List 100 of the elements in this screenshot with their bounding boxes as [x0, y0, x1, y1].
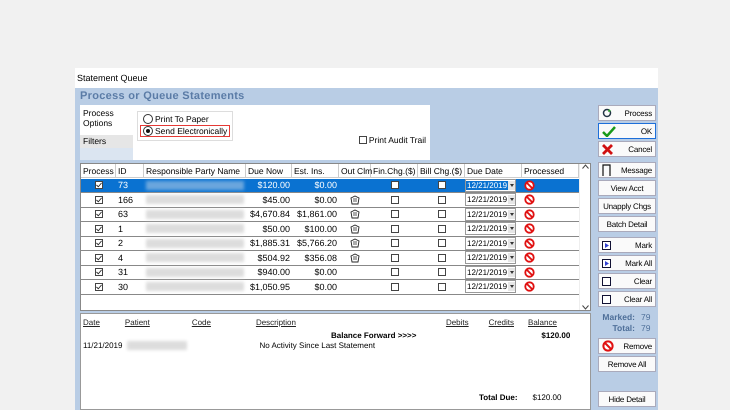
table-cell-text: $0.00 [313, 194, 338, 206]
checkbox[interactable] [94, 268, 102, 276]
column-header[interactable]: Processed [522, 164, 579, 178]
checkbox[interactable] [438, 181, 446, 190]
table-cell-text: $504.92 [256, 252, 291, 264]
checkbox[interactable] [390, 282, 398, 291]
remove-button[interactable]: Remove [598, 338, 656, 354]
table-row[interactable]: 63 $4,670.84 $1,861.00 12/21/2019 [81, 208, 579, 222]
checkbox[interactable] [438, 224, 446, 233]
checkbox[interactable] [438, 268, 446, 276]
no-entry-icon [524, 223, 535, 234]
checkbox[interactable] [390, 239, 398, 248]
table-cell-text: 166 [117, 194, 134, 206]
checkbox[interactable] [390, 210, 398, 218]
date-text: 11/21/2019 [83, 341, 122, 350]
checkbox[interactable] [390, 268, 398, 276]
action-button[interactable]: Batch Detail [598, 216, 656, 232]
column-header[interactable]: Responsible Party Name [144, 164, 246, 178]
date-dropdown[interactable]: 12/21/2019 [465, 251, 516, 264]
checkbox[interactable] [438, 254, 446, 262]
column-header[interactable]: Due Now [246, 164, 292, 178]
date-dropdown[interactable]: 12/21/2019 [465, 193, 516, 206]
ok-button[interactable]: OK [598, 123, 656, 139]
detail-header: Code [192, 318, 211, 327]
dropdown-button[interactable] [508, 238, 516, 248]
checkbox[interactable] [438, 210, 446, 218]
no-entry-icon [602, 340, 614, 352]
column-header[interactable]: Est. Ins. [292, 164, 339, 178]
table-cell-text: $4,670.84 [248, 208, 291, 221]
mark-button[interactable]: Mark [598, 237, 656, 253]
column-header[interactable]: Due Date [465, 164, 522, 178]
options-tab[interactable]: Filters [80, 134, 133, 148]
checkbox[interactable] [438, 196, 446, 204]
action-button[interactable]: Remove All [598, 356, 656, 372]
date-dropdown[interactable]: 12/21/2019 [465, 208, 516, 221]
date-dropdown[interactable]: 12/21/2019 [465, 222, 516, 236]
checkbox[interactable] [390, 181, 398, 190]
checkbox[interactable] [438, 282, 446, 291]
options-tab[interactable]: Process Options [80, 105, 133, 135]
checkbox[interactable] [358, 136, 367, 144]
radio-option[interactable]: Send Electronically [140, 125, 230, 137]
scroll-down-icon[interactable] [582, 305, 588, 310]
checkbox[interactable] [390, 196, 398, 204]
table-cell-text: $100.00 [303, 222, 338, 236]
caret-icon [510, 242, 514, 245]
checkbox[interactable] [390, 254, 398, 262]
column-header[interactable]: ID [116, 164, 144, 178]
action-button[interactable]: Hide Detail [598, 391, 656, 407]
checkbox[interactable] [94, 282, 102, 291]
play-box-icon [602, 240, 611, 250]
table-row[interactable]: 30 $1,050.95 $0.00 12/21/2019 [81, 280, 579, 294]
detail-header: Description [256, 318, 296, 327]
dropdown-button[interactable] [508, 180, 516, 190]
column-header[interactable]: Fin.Chg.($) [371, 164, 418, 178]
table-row[interactable]: 2 $1,885.31 $5,766.20 12/21/2019 [81, 236, 579, 251]
dropdown-button[interactable] [508, 282, 516, 292]
clear-button[interactable]: Clear All [598, 291, 656, 307]
date-dropdown[interactable]: 12/21/2019 [465, 236, 516, 250]
scroll-up-icon[interactable] [582, 164, 588, 169]
total-label: Total Due: [479, 393, 518, 402]
count-value: 79 [641, 323, 650, 333]
table-row[interactable]: 31 $940.00 $0.00 12/21/2019 [81, 266, 579, 280]
column-header[interactable]: Bill Chg.($) [418, 164, 465, 178]
mark-button[interactable]: Mark All [598, 255, 656, 271]
date-dropdown[interactable]: 12/21/2019 [465, 266, 516, 279]
table-cell-text: 2 [117, 237, 124, 250]
checkbox[interactable] [94, 254, 102, 262]
table-row[interactable]: 166 $45.00 $0.00 12/21/2019 [81, 193, 579, 208]
checkbox[interactable] [438, 239, 446, 248]
dropdown-button[interactable] [508, 224, 516, 234]
column-header[interactable]: Out Clm [339, 164, 371, 178]
date-dropdown[interactable]: 12/21/2019 [465, 280, 516, 294]
dropdown-button[interactable] [508, 195, 516, 204]
checkbox[interactable] [94, 224, 102, 233]
cancel-button[interactable]: Cancel [598, 141, 656, 157]
dropdown-button[interactable] [508, 210, 516, 219]
count-value: 79 [641, 312, 650, 322]
table-row[interactable]: 73 $120.00 $0.00 12/21/2019 [81, 178, 579, 193]
dropdown-button[interactable] [508, 253, 516, 262]
column-header[interactable]: Process [81, 164, 116, 178]
checkbox[interactable] [94, 239, 102, 248]
table-cell-text: $120.00 [256, 179, 291, 192]
action-button[interactable]: Unapply Chgs [598, 198, 656, 214]
caret-icon [510, 285, 514, 288]
checkbox[interactable] [94, 210, 102, 218]
date-dropdown[interactable]: 12/21/2019 [465, 178, 516, 192]
dropdown-button[interactable] [508, 268, 516, 277]
action-button[interactable]: View Acct [598, 180, 656, 196]
clear-button[interactable]: Clear [598, 273, 656, 289]
empty-box-icon [602, 276, 611, 286]
checkbox[interactable] [94, 196, 102, 204]
table-row[interactable]: 1 $50.00 $100.00 12/21/2019 [81, 222, 579, 236]
checkbox[interactable] [94, 181, 102, 190]
caret-icon [510, 198, 514, 202]
checkbox[interactable] [390, 224, 398, 233]
radio-option[interactable]: Print To Paper [140, 113, 230, 125]
process-button[interactable]: Process [598, 105, 656, 121]
checkbox-label: Print Audit Trail [368, 135, 426, 145]
table-row[interactable]: 4 $504.92 $356.08 12/21/2019 [81, 251, 579, 266]
message-button[interactable]: Message [598, 162, 656, 178]
